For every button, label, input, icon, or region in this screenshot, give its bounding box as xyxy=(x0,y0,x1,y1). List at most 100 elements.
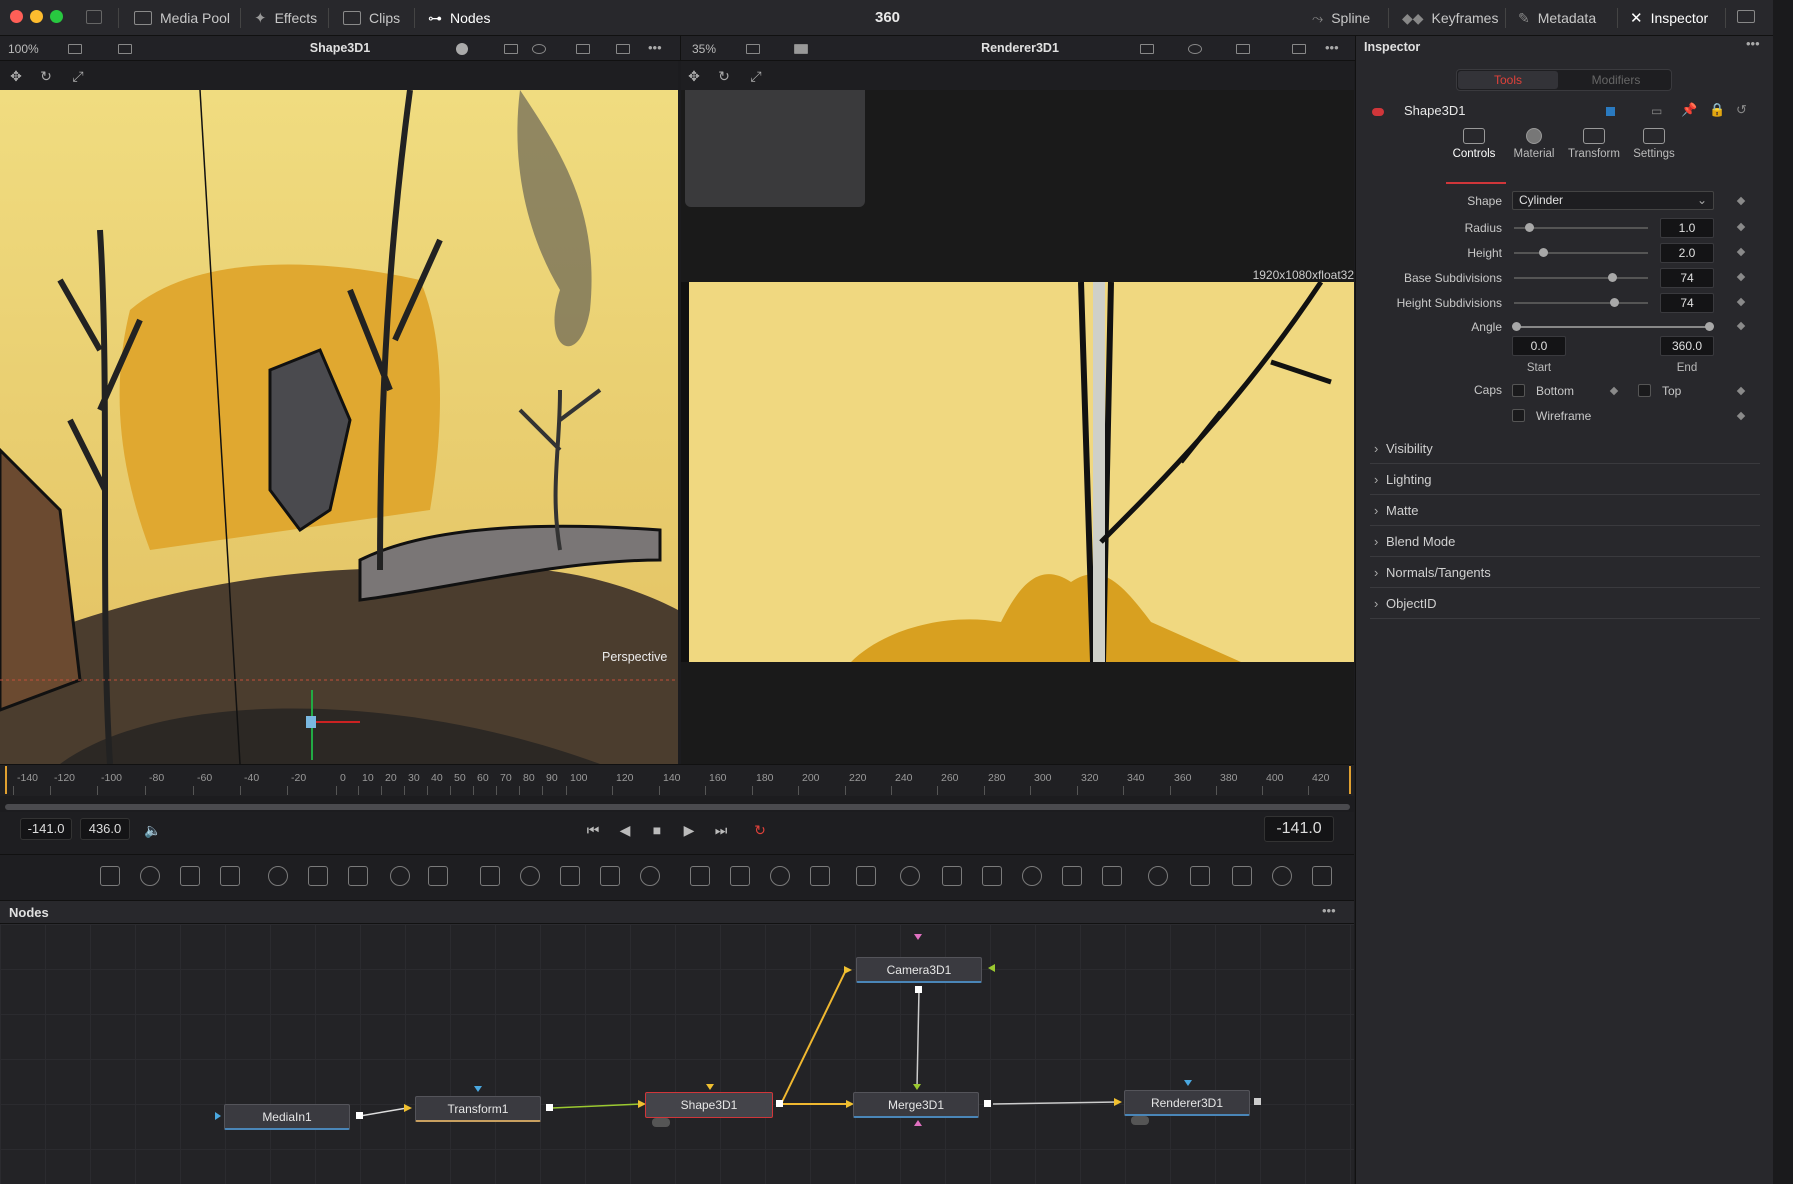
param-slider[interactable] xyxy=(1514,302,1648,304)
section-visibility[interactable]: › Visibility xyxy=(1370,434,1760,464)
tool-collapse-icon[interactable]: ▭ xyxy=(1651,104,1662,118)
rotate-icon[interactable]: ↻ xyxy=(38,68,54,84)
global-start-field[interactable]: -141.0 xyxy=(20,818,72,840)
param-value-field[interactable]: 74 xyxy=(1660,293,1714,313)
viewer1-more-icon[interactable]: ••• xyxy=(648,40,662,55)
tool-icon-8[interactable] xyxy=(390,866,410,886)
tool-icon-27[interactable] xyxy=(1190,866,1210,886)
rotate-icon[interactable]: ↻ xyxy=(716,68,732,84)
viewer2-roi-icon[interactable] xyxy=(1140,44,1154,54)
node-shape3d[interactable]: Shape3D1 xyxy=(645,1092,773,1118)
inspector-button[interactable]: ✕ Inspector xyxy=(1630,0,1708,36)
maximize-window-button[interactable] xyxy=(50,10,63,23)
tool-icon-28[interactable] xyxy=(1232,866,1252,886)
minimize-window-button[interactable] xyxy=(30,10,43,23)
tool-icon-25[interactable] xyxy=(1102,866,1122,886)
viewer2-channels-icon[interactable] xyxy=(1188,44,1202,54)
param-slider-knob[interactable] xyxy=(1608,273,1617,282)
viewer2-more-icon[interactable]: ••• xyxy=(1325,40,1339,55)
angle-start-knob[interactable] xyxy=(1512,322,1521,331)
subtab-controls[interactable]: Controls xyxy=(1444,128,1504,160)
angle-end-knob[interactable] xyxy=(1705,322,1714,331)
viewer2-zoom[interactable]: 35% xyxy=(692,42,716,56)
tool-icon-9[interactable] xyxy=(428,866,448,886)
tool-icon-14[interactable] xyxy=(640,866,660,886)
tool-icon-15[interactable] xyxy=(690,866,710,886)
section-blend-mode[interactable]: › Blend Mode xyxy=(1370,527,1760,557)
global-end-field[interactable]: 436.0 xyxy=(80,818,130,840)
section-lighting[interactable]: › Lighting xyxy=(1370,465,1760,495)
tool-icon-5[interactable] xyxy=(268,866,288,886)
viewer1-channels-icon[interactable] xyxy=(532,44,546,54)
param-value-field[interactable]: 2.0 xyxy=(1660,243,1714,263)
viewer1-color-icon[interactable] xyxy=(456,43,468,55)
angle-range-slider[interactable] xyxy=(1514,326,1710,328)
tool-icon-24[interactable] xyxy=(1062,866,1082,886)
subtab-settings[interactable]: Settings xyxy=(1624,128,1684,160)
tool-icon-13[interactable] xyxy=(600,866,620,886)
param-slider-knob[interactable] xyxy=(1610,298,1619,307)
tool-icon-22[interactable] xyxy=(982,866,1002,886)
tool-icon-10[interactable] xyxy=(480,866,500,886)
tool-icon-20[interactable] xyxy=(900,866,920,886)
param-slider[interactable] xyxy=(1514,277,1648,279)
tab-modifiers[interactable]: Modifiers xyxy=(1566,71,1666,89)
bottom-cap-checkbox[interactable] xyxy=(1512,384,1525,397)
step-back-icon[interactable]: ◀ xyxy=(615,822,635,839)
timeline-scrubber[interactable] xyxy=(5,804,1350,810)
loop-icon[interactable]: ↻ xyxy=(750,822,770,839)
section-matte[interactable]: › Matte xyxy=(1370,496,1760,526)
current-time-field[interactable]: -141.0 xyxy=(1264,816,1334,842)
tool-icon-2[interactable] xyxy=(140,866,160,886)
viewer1-canvas[interactable]: Perspective xyxy=(0,90,678,764)
scale-icon[interactable]: ⤢ xyxy=(70,68,86,84)
tool-icon-6[interactable] xyxy=(308,866,328,886)
section-objectid[interactable]: › ObjectID xyxy=(1370,589,1760,619)
viewer2-canvas[interactable]: 1920x1080xfloat32 xyxy=(681,90,1354,764)
spline-button[interactable]: ⤳ Spline xyxy=(1312,0,1370,36)
angle-start-field[interactable]: 0.0 xyxy=(1512,336,1566,356)
keyframes-button[interactable]: ◆◆ Keyframes xyxy=(1402,0,1498,36)
effects-button[interactable]: ✦ Effects xyxy=(254,0,317,36)
viewer2-option-icon[interactable] xyxy=(746,44,760,54)
tool-icon-26[interactable] xyxy=(1148,866,1168,886)
param-value-field[interactable]: 74 xyxy=(1660,268,1714,288)
playhead-marker[interactable] xyxy=(5,766,7,794)
param-value-field[interactable]: 1.0 xyxy=(1660,218,1714,238)
scale-icon[interactable]: ⤢ xyxy=(748,68,764,84)
tool-icon-30[interactable] xyxy=(1312,866,1332,886)
go-to-start-icon[interactable]: ⏮ xyxy=(583,822,603,839)
viewer1-layout-icon[interactable] xyxy=(118,44,132,54)
angle-end-field[interactable]: 360.0 xyxy=(1660,336,1714,356)
tool-icon-1[interactable] xyxy=(100,866,120,886)
move-icon[interactable]: ✥ xyxy=(686,68,702,84)
tool-icon-3[interactable] xyxy=(180,866,200,886)
tool-icon-19[interactable] xyxy=(856,866,876,886)
close-window-button[interactable] xyxy=(10,10,23,23)
viewer1-single-view-icon[interactable] xyxy=(616,44,630,54)
subtab-transform[interactable]: Transform xyxy=(1564,128,1624,160)
play-icon[interactable]: ▶ xyxy=(679,822,699,839)
section-normals-tangents[interactable]: › Normals/Tangents xyxy=(1370,558,1760,588)
tool-icon-16[interactable] xyxy=(730,866,750,886)
tool-icon-12[interactable] xyxy=(560,866,580,886)
media-pool-button[interactable]: Media Pool xyxy=(134,0,230,36)
lock-icon[interactable]: 🔒 xyxy=(1709,102,1725,118)
top-cap-checkbox[interactable] xyxy=(1638,384,1651,397)
tool-icon-18[interactable] xyxy=(810,866,830,886)
node-graph[interactable]: MediaIn1 Transform1 Shape3D1 Camera3D1 M… xyxy=(0,924,1354,1184)
viewer2-grid-icon[interactable] xyxy=(1236,44,1250,54)
reset-icon[interactable]: ↺ xyxy=(1736,102,1747,118)
tool-icon-17[interactable] xyxy=(770,866,790,886)
display-icon[interactable] xyxy=(1737,10,1755,23)
wireframe-checkbox[interactable] xyxy=(1512,409,1525,422)
tool-icon-4[interactable] xyxy=(220,866,240,886)
viewer1-lut-icon[interactable] xyxy=(576,44,590,54)
tool-version-color-icon[interactable] xyxy=(1606,107,1615,116)
node-transform[interactable]: Transform1 xyxy=(415,1096,541,1122)
move-icon[interactable]: ✥ xyxy=(8,68,24,84)
viewer1-option-icon[interactable] xyxy=(68,44,82,54)
tool-icon-11[interactable] xyxy=(520,866,540,886)
node-mediain[interactable]: MediaIn1 xyxy=(224,1104,350,1130)
panel-toggle-icon[interactable] xyxy=(86,10,102,24)
